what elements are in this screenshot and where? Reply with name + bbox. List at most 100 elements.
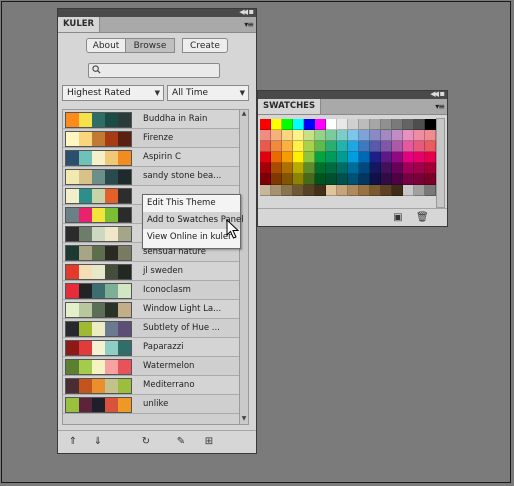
theme-row[interactable]: Mediterrano (63, 376, 239, 395)
swatch-cell[interactable] (282, 174, 293, 185)
swatch-cell[interactable] (282, 152, 293, 163)
swatch-cell[interactable] (425, 185, 436, 196)
swatch-cell[interactable] (425, 163, 436, 174)
theme-row[interactable]: Window Light La... (63, 300, 239, 319)
swatch-cell[interactable] (414, 163, 425, 174)
swatch-cell[interactable] (359, 163, 370, 174)
browse-button[interactable]: Browse (125, 38, 175, 53)
swatch-cell[interactable] (282, 163, 293, 174)
swatch-cell[interactable] (293, 152, 304, 163)
swatch-cell[interactable] (315, 119, 326, 130)
swatch-cell[interactable] (403, 119, 414, 130)
theme-row[interactable]: Buddha in Rain (63, 110, 239, 129)
swatch-cell[interactable] (293, 163, 304, 174)
theme-row[interactable]: Firenze (63, 129, 239, 148)
swatch-cell[interactable] (348, 174, 359, 185)
swatch-cell[interactable] (304, 174, 315, 185)
swatches-scrollbar[interactable] (436, 118, 445, 208)
swatch-cell[interactable] (403, 152, 414, 163)
theme-row[interactable]: Iconoclasm (63, 281, 239, 300)
panel-menu-icon[interactable]: ▾≡ (244, 20, 254, 29)
trash-icon[interactable]: 🗑 (416, 211, 429, 225)
theme-row[interactable]: Subtlety of Hue ... (63, 319, 239, 338)
swatch-cell[interactable] (260, 152, 271, 163)
swatch-cell[interactable] (370, 119, 381, 130)
close-icon[interactable]: ▪ (249, 7, 254, 16)
swatch-cell[interactable] (370, 185, 381, 196)
swatch-cell[interactable] (326, 119, 337, 130)
swatch-cell[interactable] (282, 130, 293, 141)
swatch-cell[interactable] (271, 119, 282, 130)
swatch-cell[interactable] (425, 130, 436, 141)
swatch-cell[interactable] (370, 163, 381, 174)
swatch-cell[interactable] (414, 185, 425, 196)
tab-swatches[interactable]: SWATCHES (258, 99, 322, 114)
create-button[interactable]: Create (182, 38, 228, 53)
time-range-dropdown[interactable]: All Time ▼ (167, 85, 249, 101)
swatch-cell[interactable] (359, 130, 370, 141)
swatch-cell[interactable] (425, 119, 436, 130)
swatch-cell[interactable] (315, 141, 326, 152)
swatch-cell[interactable] (403, 174, 414, 185)
collapse-icon[interactable]: ◀◀ (239, 8, 248, 16)
add-to-swatches-icon[interactable]: ⊞ (201, 435, 217, 449)
scroll-down-icon[interactable]: ▼ (240, 415, 248, 424)
swatch-cell[interactable] (315, 185, 326, 196)
swatch-cell[interactable] (348, 141, 359, 152)
swatch-cell[interactable] (260, 141, 271, 152)
swatch-cell[interactable] (304, 163, 315, 174)
swatch-cell[interactable] (337, 163, 348, 174)
swatch-cell[interactable] (304, 130, 315, 141)
swatch-cell[interactable] (271, 174, 282, 185)
swatch-cell[interactable] (260, 174, 271, 185)
swatch-cell[interactable] (381, 141, 392, 152)
swatch-cell[interactable] (403, 163, 414, 174)
swatch-cell[interactable] (392, 174, 403, 185)
swatch-cell[interactable] (348, 185, 359, 196)
next-icon[interactable]: ⇓ (92, 435, 104, 449)
swatch-cell[interactable] (348, 119, 359, 130)
swatch-cell[interactable] (381, 174, 392, 185)
swatch-cell[interactable] (359, 152, 370, 163)
swatch-cell[interactable] (370, 152, 381, 163)
swatch-cell[interactable] (304, 185, 315, 196)
swatch-cell[interactable] (315, 152, 326, 163)
swatch-cell[interactable] (425, 174, 436, 185)
refresh-icon[interactable]: ↻ (139, 435, 153, 449)
edit-theme-icon[interactable]: ✎ (173, 435, 189, 449)
swatch-cell[interactable] (337, 130, 348, 141)
swatch-cell[interactable] (414, 119, 425, 130)
swatch-cell[interactable] (403, 141, 414, 152)
swatch-cell[interactable] (304, 141, 315, 152)
swatch-cell[interactable] (326, 152, 337, 163)
swatch-cell[interactable] (392, 141, 403, 152)
swatch-cell[interactable] (414, 174, 425, 185)
swatch-cell[interactable] (392, 163, 403, 174)
theme-row[interactable]: sandy stone bea... (63, 167, 239, 186)
theme-list-scrollbar[interactable]: ▲ ▼ (239, 109, 249, 425)
collapse-icon[interactable]: ◀◀ (430, 90, 439, 98)
theme-row[interactable]: unlike (63, 395, 239, 414)
swatch-cell[interactable] (304, 119, 315, 130)
sort-dropdown[interactable]: Highest Rated ▼ (62, 85, 164, 101)
close-icon[interactable]: ▪ (440, 89, 445, 98)
swatch-cell[interactable] (337, 119, 348, 130)
swatch-cell[interactable] (414, 130, 425, 141)
swatch-cell[interactable] (315, 163, 326, 174)
swatch-cell[interactable] (348, 130, 359, 141)
swatch-cell[interactable] (315, 130, 326, 141)
swatch-cell[interactable] (403, 130, 414, 141)
theme-row[interactable]: Aspirin C (63, 148, 239, 167)
swatch-cell[interactable] (260, 163, 271, 174)
swatch-cell[interactable] (326, 163, 337, 174)
about-button[interactable]: About (86, 38, 126, 53)
swatch-cell[interactable] (260, 185, 271, 196)
swatch-cell[interactable] (425, 141, 436, 152)
theme-row[interactable]: jl sweden (63, 262, 239, 281)
search-input[interactable] (88, 63, 220, 78)
panel-menu-icon[interactable]: ▾≡ (435, 102, 445, 111)
swatch-cell[interactable] (326, 185, 337, 196)
swatch-cell[interactable] (425, 152, 436, 163)
swatch-cell[interactable] (381, 130, 392, 141)
swatch-cell[interactable] (381, 119, 392, 130)
